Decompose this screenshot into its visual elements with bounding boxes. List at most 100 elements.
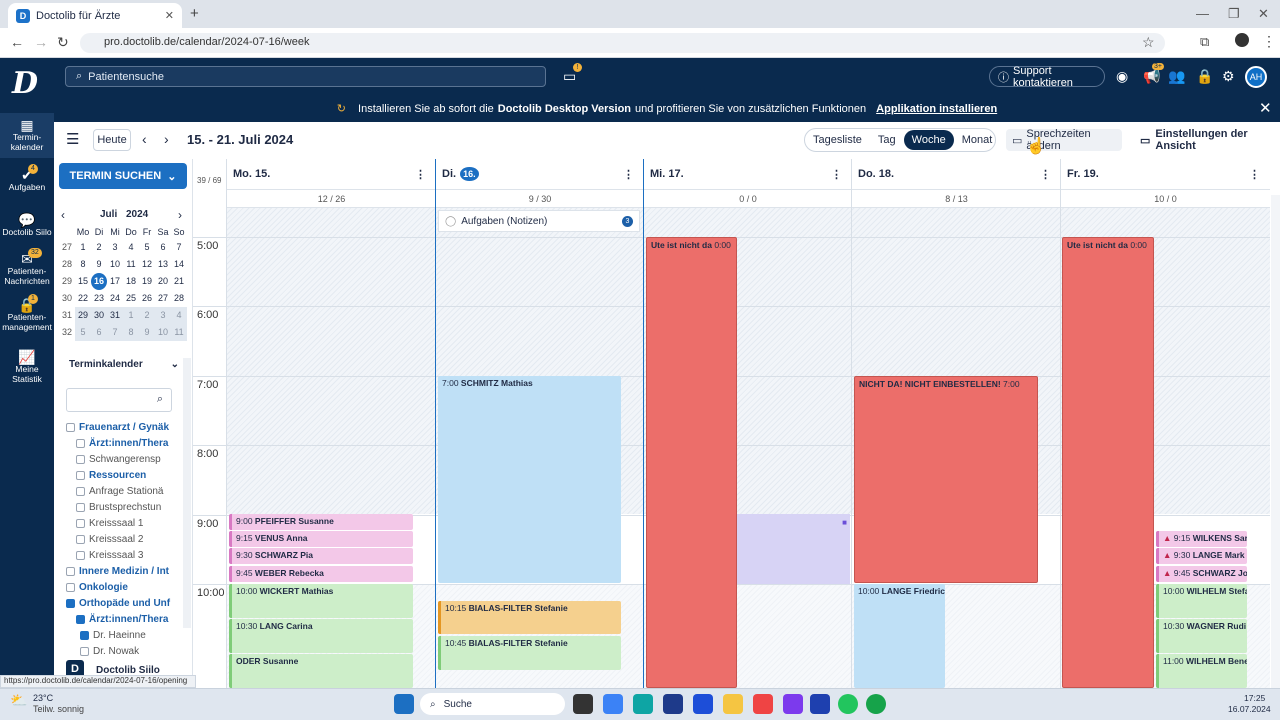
day-header[interactable]: Di. 16. ⋮ [436, 159, 644, 190]
checkbox[interactable] [76, 486, 85, 496]
tree-item[interactable]: Kreisssaal 3 [66, 548, 172, 564]
eye-icon[interactable]: ◉ [1116, 68, 1128, 85]
mini-cal-day[interactable]: 8 [123, 324, 139, 341]
calendar-filter-input[interactable]: ⌕ [66, 388, 172, 412]
patient-search-input[interactable]: ⌕ Patientensuche [65, 66, 546, 87]
browser-tab[interactable]: D Doctolib für Ärzte ✕ [8, 3, 182, 28]
appointment[interactable]: 9:00 PFEIFFER Susanne [229, 514, 413, 530]
appointment[interactable]: ODER Susanne [229, 654, 413, 688]
teams-icon[interactable] [783, 694, 803, 714]
tree-item[interactable]: Ärzt:innen/Thera [66, 612, 172, 628]
mini-cal-day[interactable]: 30 [91, 307, 107, 324]
checkbox[interactable] [66, 422, 75, 432]
mini-cal-day[interactable]: 16 [91, 273, 107, 290]
mini-cal-day[interactable]: 15 [75, 273, 91, 290]
tree-item[interactable]: Innere Medizin / Int [66, 564, 172, 580]
checkbox[interactable] [66, 598, 75, 608]
lock-icon[interactable]: 🔒 [1196, 68, 1213, 85]
day-menu-icon[interactable]: ⋮ [831, 168, 842, 181]
checkbox[interactable] [76, 518, 85, 528]
mini-cal-day[interactable]: 1 [75, 239, 91, 256]
mini-cal-day[interactable]: 5 [75, 324, 91, 341]
store-icon[interactable] [663, 694, 683, 714]
widgets-icon[interactable] [603, 694, 623, 714]
tree-item[interactable]: Dr. Nowak [66, 644, 172, 660]
tab-woche[interactable]: Woche [903, 130, 954, 150]
appointment[interactable]: 9:15 VENUS Anna [229, 531, 413, 547]
explorer-icon[interactable] [723, 694, 743, 714]
windows-start-icon[interactable] [394, 694, 414, 714]
appointment[interactable]: ▲ 9:45 SCHWARZ Josef [1156, 566, 1247, 582]
appointment[interactable]: 9:30 SCHWARZ Pia [229, 548, 413, 564]
appointment[interactable]: 10:30 WAGNER Rudi [1156, 619, 1247, 653]
mini-cal-day[interactable]: 9 [139, 324, 155, 341]
appointment[interactable]: NICHT DA! NICHT EINBESTELLEN! 7:00 [854, 376, 1038, 583]
appointment[interactable]: 7:00 SCHMITZ Mathias [438, 376, 621, 583]
close-tab-icon[interactable]: ✕ [165, 9, 174, 22]
prev-month-icon[interactable]: ‹ [61, 208, 65, 222]
scrollbar[interactable] [183, 358, 191, 628]
chrome-icon[interactable] [838, 694, 858, 714]
checkbox[interactable] [76, 550, 85, 560]
appointment[interactable]: 10:30 LANG Carina [229, 619, 413, 653]
bookmark-star-icon[interactable]: ☆ [1142, 34, 1155, 51]
sidebar-item-patient-management[interactable]: 🔒 1 Patienten-management [0, 294, 54, 332]
mini-cal-day[interactable]: 23 [91, 290, 107, 307]
edge-icon[interactable] [633, 694, 653, 714]
mini-cal-day[interactable]: 2 [139, 307, 155, 324]
mini-cal-day[interactable]: 10 [107, 256, 123, 273]
profile-icon[interactable] [1235, 33, 1249, 47]
appointment[interactable]: 10:15 BIALAS-FILTER Stefanie [438, 601, 621, 634]
mini-cal-day[interactable]: 1 [123, 307, 139, 324]
mini-calendar[interactable]: 27 1 2 3 4 5 6 7 28 8 9 10 11 12 13 14 29 15 16 17 18 19 20 21 3… [59, 239, 187, 341]
day-menu-icon[interactable]: ⋮ [623, 168, 634, 181]
new-tab-icon[interactable]: + [190, 5, 199, 22]
day-header[interactable]: Do. 18. ⋮ [852, 159, 1061, 190]
checkbox[interactable] [80, 630, 89, 640]
calendar-scrollbar[interactable] [1271, 195, 1280, 688]
checkbox[interactable] [76, 454, 85, 464]
menu-icon[interactable]: ☰ [66, 130, 79, 148]
mini-cal-day[interactable]: 27 [155, 290, 171, 307]
tree-item[interactable]: Frauenarzt / Gynäk [66, 420, 172, 436]
reload-icon[interactable]: ↻ [57, 34, 69, 51]
mini-cal-day[interactable]: 4 [171, 307, 187, 324]
sidebar-item-statistics[interactable]: 📈 Meine Statistik [0, 350, 54, 384]
appointment[interactable]: Ute ist nicht da 0:00 [1062, 237, 1154, 688]
day-header[interactable]: Mi. 17. ⋮ [644, 159, 852, 190]
appointment[interactable]: ▲ 9:30 LANGE Mark [1156, 548, 1247, 564]
mini-cal-day[interactable]: 2 [91, 239, 107, 256]
calendar-list-header[interactable]: Terminkalender ⌄ [59, 359, 179, 370]
close-banner-icon[interactable]: ✕ [1259, 99, 1272, 117]
mail-icon[interactable] [693, 694, 713, 714]
day-header[interactable]: Fr. 19. ⋮ [1061, 159, 1270, 190]
prev-week-icon[interactable]: ‹ [142, 131, 147, 147]
appointment[interactable]: 10:00 LANGE Friedrich [854, 584, 945, 688]
view-settings-button[interactable]: ▭ Einstellungen der Ansicht [1134, 128, 1269, 152]
day-menu-icon[interactable]: ⋮ [415, 168, 426, 181]
task-view-icon[interactable] [573, 694, 593, 714]
app-icon[interactable] [753, 694, 773, 714]
mini-cal-day[interactable]: 5 [139, 239, 155, 256]
tree-item[interactable]: Onkologie [66, 580, 172, 596]
users-icon[interactable]: 👥 [1168, 68, 1185, 85]
sidebar-item-tasks[interactable]: ✔ 4 Aufgaben [0, 164, 54, 192]
checkbox[interactable] [76, 502, 85, 512]
tree-item[interactable]: Dr. Haeinne [66, 628, 172, 644]
next-week-icon[interactable]: › [164, 131, 169, 147]
tree-item[interactable]: Anfrage Stationä [66, 484, 172, 500]
mini-cal-day[interactable]: 6 [155, 239, 171, 256]
day-menu-icon[interactable]: ⋮ [1249, 168, 1260, 181]
mini-cal-day[interactable]: 26 [139, 290, 155, 307]
tree-item[interactable]: Schwangerensp [66, 452, 172, 468]
tree-item[interactable]: Orthopäde und Unf [66, 596, 172, 612]
appointment[interactable]: 10:45 BIALAS-FILTER Stefanie [438, 636, 621, 670]
checkbox[interactable] [76, 534, 85, 544]
megaphone-icon[interactable]: 📢 [1143, 68, 1160, 85]
appointment[interactable]: 9:45 WEBER Rebecka [229, 566, 413, 582]
mini-cal-day[interactable]: 3 [107, 239, 123, 256]
tree-item[interactable]: Kreisssaal 1 [66, 516, 172, 532]
checkbox[interactable] [80, 646, 89, 656]
find-appointment-button[interactable]: TERMIN SUCHEN ⌄ [59, 163, 187, 189]
today-button[interactable]: Heute [93, 129, 131, 151]
